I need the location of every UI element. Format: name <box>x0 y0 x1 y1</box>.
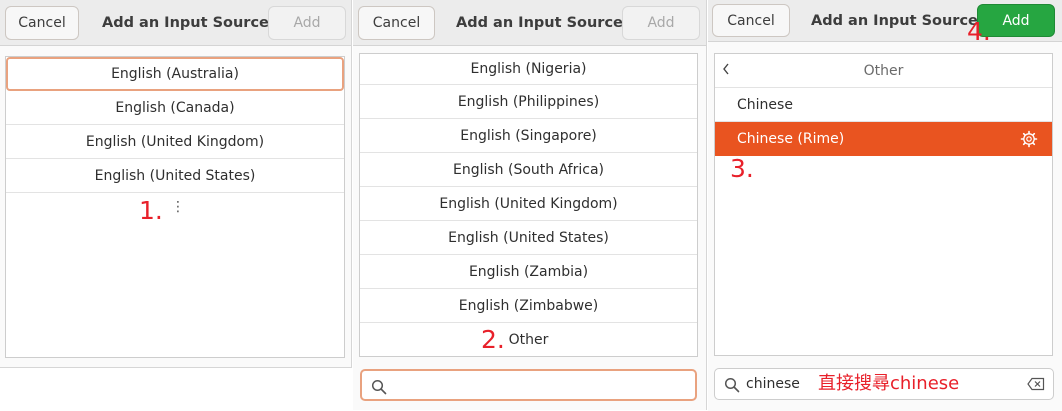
clear-icon[interactable] <box>1027 377 1045 391</box>
list-item[interactable]: English (Zambia) <box>360 255 697 289</box>
list-item[interactable]: English (United Kingdom) <box>6 125 344 159</box>
cancel-button[interactable]: Cancel <box>5 6 79 40</box>
list-item-label: Chinese (Rime) <box>737 130 845 147</box>
dialog-title: Add an Input Source <box>102 15 269 31</box>
more-icon[interactable]: ⋮ <box>171 199 185 215</box>
dialog-header: Cancel Add an Input Source Add <box>0 0 351 46</box>
language-list: English (Nigeria) English (Philippines) … <box>359 53 698 357</box>
list-item-other[interactable]: Other <box>360 323 697 356</box>
list-item[interactable]: English (Australia) <box>6 57 344 91</box>
dialog-panel-1: Cancel Add an Input Source Add English (… <box>0 0 352 368</box>
list-item[interactable]: English (Nigeria) <box>360 54 697 85</box>
list-item[interactable]: English (Zimbabwe) <box>360 289 697 323</box>
dialog-panel-2: Cancel Add an Input Source Add English (… <box>353 0 707 410</box>
dialog-title: Add an Input Source <box>811 13 978 29</box>
list-item[interactable]: English (South Africa) <box>360 153 697 187</box>
dialog-header: Cancel Add an Input Source Add <box>708 0 1062 42</box>
list-item[interactable]: English (United Kingdom) <box>360 187 697 221</box>
list-item[interactable]: English (Canada) <box>6 91 344 125</box>
search-icon <box>371 379 387 395</box>
back-row-label: Other <box>863 63 904 79</box>
search-text: chinese <box>746 376 800 392</box>
dialog-header: Cancel Add an Input Source Add <box>353 0 706 46</box>
list-item[interactable]: English (United States) <box>6 159 344 193</box>
search-icon <box>724 377 740 393</box>
list-item[interactable]: Chinese <box>715 88 1052 122</box>
gear-icon[interactable] <box>1020 130 1038 148</box>
search-input[interactable]: chinese 直接搜尋chinese <box>714 368 1054 400</box>
input-source-list: Other Chinese Chinese (Rime) <box>714 53 1053 356</box>
back-row[interactable]: Other <box>715 54 1052 88</box>
dialog-title: Add an Input Source <box>456 15 623 31</box>
cancel-button[interactable]: Cancel <box>712 4 790 37</box>
search-annotation: 直接搜尋chinese <box>818 373 960 394</box>
step-annotation: 4. <box>967 17 991 46</box>
dialog-panel-3: Cancel Add an Input Source Add 4. Other … <box>708 0 1062 411</box>
add-button[interactable]: Add <box>622 6 700 40</box>
step-annotation: 2. <box>481 325 505 354</box>
list-item[interactable]: English (United States) <box>360 221 697 255</box>
step-annotation: 1. <box>139 196 163 225</box>
add-button[interactable]: Add <box>268 6 346 40</box>
list-item[interactable]: English (Philippines) <box>360 85 697 119</box>
list-item[interactable]: English (Singapore) <box>360 119 697 153</box>
search-input[interactable] <box>360 369 697 401</box>
list-item-selected[interactable]: Chinese (Rime) <box>715 122 1052 156</box>
cancel-button[interactable]: Cancel <box>358 6 435 40</box>
step-annotation: 3. <box>730 154 754 183</box>
